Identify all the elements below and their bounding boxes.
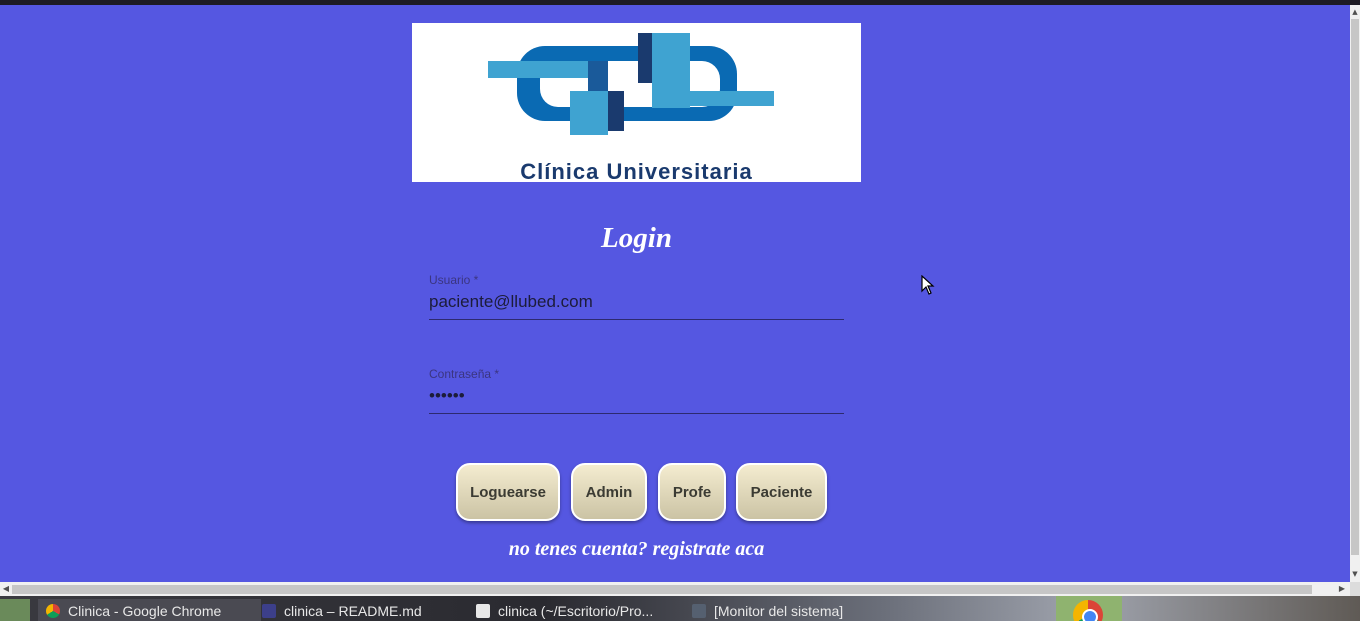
chrome-launcher-icon: [1073, 600, 1103, 621]
horizontal-scrollbar[interactable]: ◀ ▶: [0, 582, 1350, 596]
mouse-cursor-icon: [921, 275, 935, 295]
taskbar-item-label: clinica – README.md: [284, 603, 422, 619]
clinic-logo: Clínica Universitaria: [412, 23, 861, 182]
paciente-button[interactable]: Paciente: [736, 463, 827, 521]
taskbar: Clinica - Google Chrome clinica – README…: [0, 596, 1360, 621]
register-link[interactable]: no tenes cuenta? registrate aca: [412, 538, 861, 561]
taskbar-item-label: [Monitor del sistema]: [714, 603, 844, 619]
vertical-scroll-thumb[interactable]: [1351, 19, 1359, 555]
logo-text: Clínica Universitaria: [520, 159, 753, 182]
taskbar-item-chrome[interactable]: Clinica - Google Chrome: [38, 599, 261, 621]
scroll-down-arrow-icon[interactable]: ▼: [1350, 569, 1360, 579]
password-input[interactable]: [429, 386, 844, 414]
admin-button[interactable]: Admin: [571, 463, 647, 521]
login-button[interactable]: Loguearse: [456, 463, 560, 521]
login-title: Login: [601, 222, 672, 254]
vertical-scrollbar[interactable]: ▲ ▼: [1350, 5, 1360, 582]
username-field: Usuario *: [429, 273, 844, 320]
taskbar-item-system-monitor[interactable]: [Monitor del sistema]: [686, 599, 882, 621]
horizontal-scroll-thumb[interactable]: [12, 585, 1312, 594]
username-input[interactable]: [429, 292, 844, 320]
scroll-right-arrow-icon[interactable]: ▶: [1336, 582, 1348, 596]
password-label: Contraseña *: [429, 367, 500, 381]
password-field: Contraseña *: [429, 367, 844, 414]
chrome-icon: [46, 604, 60, 618]
taskbar-item-label: Clinica - Google Chrome: [68, 603, 222, 619]
taskbar-item-label: clinica (~/Escritorio/Pro...: [498, 603, 654, 619]
ide-icon: [262, 604, 276, 618]
chrome-launcher[interactable]: [1056, 596, 1122, 621]
system-monitor-icon: [692, 604, 706, 618]
profe-button[interactable]: Profe: [658, 463, 726, 521]
scrollbar-corner: [1350, 582, 1360, 596]
username-label: Usuario *: [429, 273, 479, 287]
taskbar-item-text-editor[interactable]: clinica (~/Escritorio/Pro...: [470, 599, 690, 621]
menu-start-button[interactable]: [0, 599, 30, 621]
window-top-edge: [0, 0, 1360, 5]
scroll-up-arrow-icon[interactable]: ▲: [1350, 7, 1360, 17]
scroll-left-arrow-icon[interactable]: ◀: [0, 582, 12, 596]
text-editor-icon: [476, 604, 490, 618]
taskbar-item-ide[interactable]: clinica – README.md: [256, 599, 448, 621]
